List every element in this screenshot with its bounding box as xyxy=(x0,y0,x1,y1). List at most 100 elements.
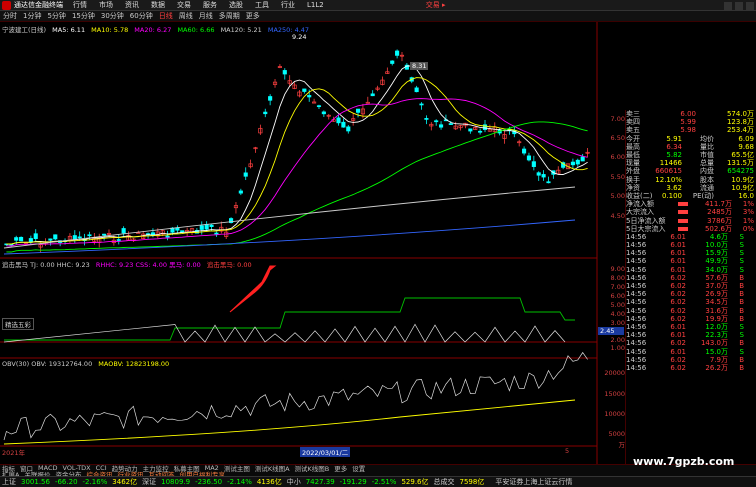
candle-body xyxy=(321,111,326,115)
index-val: 7427.39 xyxy=(305,478,335,486)
period-1min[interactable]: 1分钟 xyxy=(23,11,41,21)
fund-flow-bar xyxy=(678,218,688,223)
index-amt: 3462亿 xyxy=(112,478,138,486)
sub-panel-label[interactable]: 精选五彩 xyxy=(2,318,34,330)
candle-body xyxy=(302,88,307,92)
indicator1-header: 追击黑马 TJ: 0.00 HHC: 9.23 RHHC: 9.23 CSS: … xyxy=(2,259,252,269)
menu-market[interactable]: 行情 xyxy=(73,0,87,10)
stat-value: 5.82 xyxy=(666,151,682,160)
tick-price: 6.02 xyxy=(670,282,686,291)
candle-body xyxy=(268,96,273,101)
candle-body xyxy=(214,232,219,235)
kline-chart[interactable] xyxy=(0,22,625,464)
tick-price: 6.02 xyxy=(670,314,686,323)
y-tick: 6.00 xyxy=(610,153,625,161)
indicator-tab[interactable]: 测试K线图A xyxy=(255,463,290,473)
candle-body xyxy=(390,60,395,64)
stat-value: 6.34 xyxy=(666,142,682,151)
period-daily[interactable]: 日线 xyxy=(159,11,173,21)
candle-body xyxy=(448,123,453,125)
candle-body xyxy=(531,161,536,167)
tick-side: B xyxy=(739,306,744,315)
fund-flow-pct: 0% xyxy=(742,224,754,233)
maximize-icon[interactable] xyxy=(735,1,743,10)
period-monthly[interactable]: 月线 xyxy=(199,11,213,21)
period-30min[interactable]: 30分钟 xyxy=(101,11,124,21)
tick-price: 6.02 xyxy=(670,355,686,364)
index-pct: -2.16% xyxy=(82,478,108,486)
obv-header: OBV(30) OBV: 19312764.00 MAOBV: 12823198… xyxy=(2,360,169,368)
menu-news[interactable]: 资讯 xyxy=(125,0,139,10)
period-5min[interactable]: 5分钟 xyxy=(47,11,65,21)
period-more[interactable]: 更多 xyxy=(246,11,260,21)
tick-price: 6.01 xyxy=(670,232,686,241)
menu-trade[interactable]: 交易 xyxy=(177,0,191,10)
menu-level[interactable]: L1L2 xyxy=(307,1,324,9)
tick-time: 14:56 xyxy=(626,257,647,266)
ind1-tick: 8.00 xyxy=(610,274,625,282)
status-bar: 上证 3001.56 -66.20 -2.16% 3462亿 深证 10809.9 -236.… xyxy=(0,476,756,487)
period-60min[interactable]: 60分钟 xyxy=(130,11,153,21)
tick-side: B xyxy=(739,290,744,299)
indicator-tab[interactable]: 设置 xyxy=(352,463,365,473)
candle-body xyxy=(580,156,585,162)
tick-side: S xyxy=(739,249,744,258)
y-tick: 6.50 xyxy=(610,134,625,142)
candle-body xyxy=(355,108,361,113)
indicator-tab[interactable]: 测试K线图B xyxy=(295,463,330,473)
ind1-tick: 7.00 xyxy=(610,283,625,291)
y-tick: 4.50 xyxy=(610,212,625,220)
tick-side: S xyxy=(739,257,744,266)
chart-area[interactable]: 宁波建工(日线) MA5: 6.11 MA10: 5.78 MA20: 6.27… xyxy=(0,22,625,464)
candle-body xyxy=(370,93,375,97)
candle-body xyxy=(263,111,268,115)
candle-body xyxy=(438,124,444,128)
indicator1-label3: 追击黑马: 0.00 xyxy=(206,261,252,269)
candle-body xyxy=(199,225,204,230)
index-amt: 529.6亿 xyxy=(401,478,429,486)
menu-data[interactable]: 数据 xyxy=(151,0,165,10)
candle-body xyxy=(395,50,400,56)
period-intraday[interactable]: 分时 xyxy=(3,11,17,21)
menu-tools[interactable]: 工具 xyxy=(255,0,269,10)
obv-tick: 20000 xyxy=(604,369,625,377)
stock-name: 宁波建工(日线) xyxy=(2,26,47,34)
tick-price: 6.02 xyxy=(670,298,686,307)
candle-body xyxy=(424,118,429,120)
menu-markets[interactable]: 市场 xyxy=(99,0,113,10)
candle-body xyxy=(341,121,346,128)
menu-service[interactable]: 服务 xyxy=(203,0,217,10)
obv-tick: 10000 xyxy=(604,410,625,418)
indicator-tab[interactable]: 测试主图 xyxy=(224,463,250,473)
stat-value: 6.09 xyxy=(738,134,754,143)
indicator-tab[interactable]: 更多 xyxy=(334,463,347,473)
trade-button[interactable]: 交易 ▸ xyxy=(426,0,446,10)
close-icon[interactable] xyxy=(746,1,754,10)
ma60-label: MA60: 6.66 xyxy=(177,26,215,34)
index-pct: -2.51% xyxy=(371,478,397,486)
tick-time: 14:56 xyxy=(626,282,647,291)
fund-flow-pct: 1% xyxy=(742,200,754,209)
ind1-tick: 3.00 xyxy=(610,319,625,327)
candle-body xyxy=(209,224,214,227)
period-15min[interactable]: 15分钟 xyxy=(72,11,95,21)
broker-server-label[interactable]: 平安证券上海上证云行情 xyxy=(495,477,572,487)
x-axis-tick: 5 xyxy=(565,447,570,455)
candle-body xyxy=(570,161,575,166)
menu-industry[interactable]: 行业 xyxy=(281,0,295,10)
app-name: 通达信金融终端 xyxy=(14,1,63,9)
x-axis-cursor-date: 2022/03/01/二 xyxy=(300,447,351,457)
period-multi[interactable]: 多周期 xyxy=(219,11,240,21)
period-weekly[interactable]: 周线 xyxy=(179,11,193,21)
candle-body xyxy=(526,155,532,161)
candle-body xyxy=(316,105,322,108)
tick-price: 6.01 xyxy=(670,322,686,331)
tick-side: B xyxy=(739,355,744,364)
minimize-icon[interactable] xyxy=(724,1,732,10)
menu-screener[interactable]: 选股 xyxy=(229,0,243,10)
tick-side: B xyxy=(739,273,744,282)
stat-value: 660615 xyxy=(655,167,682,176)
candle-body xyxy=(336,117,341,124)
index-name: 上证 xyxy=(2,478,16,486)
candle-body xyxy=(72,235,77,240)
